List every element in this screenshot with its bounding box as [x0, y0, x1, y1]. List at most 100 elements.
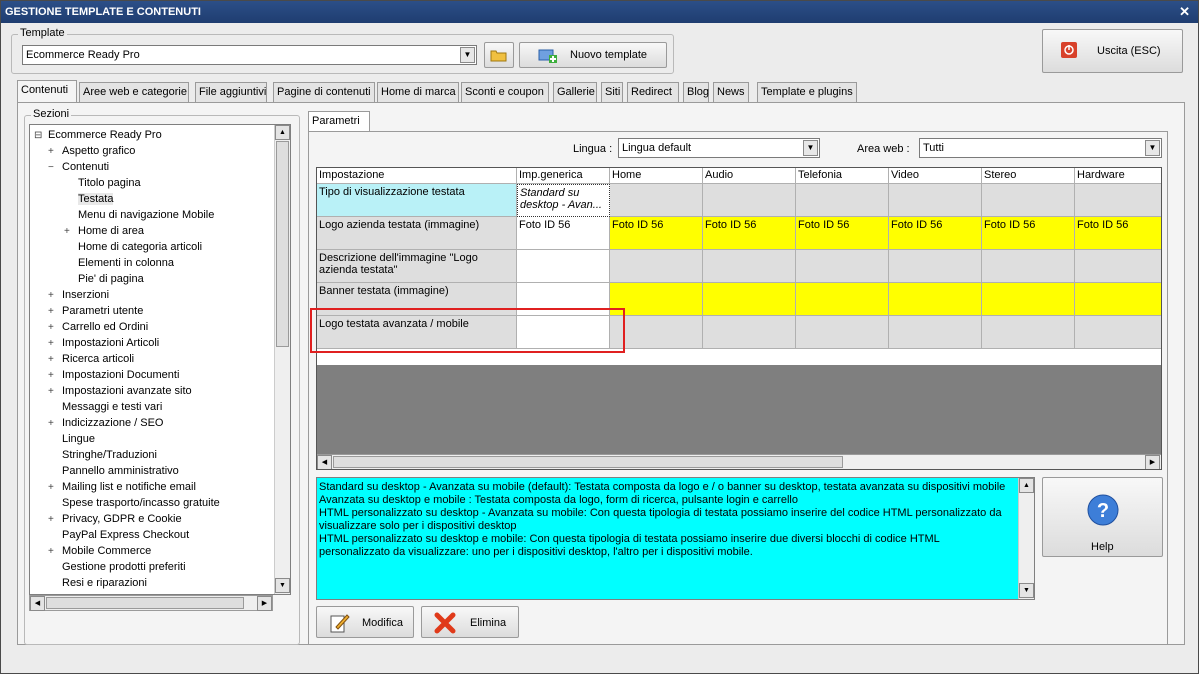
expand-toggle-icon[interactable]: +: [48, 320, 56, 336]
expand-toggle-icon[interactable]: ⊟: [34, 128, 42, 144]
grid-value-cell[interactable]: Foto ID 56: [610, 217, 703, 250]
tree-item[interactable]: + Impostazioni Documenti: [48, 367, 179, 383]
grid-generic-cell[interactable]: [517, 250, 610, 283]
tab-gallerie[interactable]: Gallerie: [553, 82, 597, 102]
grid-value-cell[interactable]: [1075, 283, 1161, 316]
lingua-select[interactable]: Lingua default ▼: [618, 138, 820, 158]
tree-item[interactable]: Titolo pagina: [64, 175, 141, 191]
expand-toggle-icon[interactable]: +: [48, 544, 56, 560]
expand-toggle-icon[interactable]: +: [48, 144, 56, 160]
tab-news[interactable]: News: [713, 82, 749, 102]
grid-value-cell[interactable]: [982, 316, 1075, 349]
tab-parametri[interactable]: Parametri: [308, 111, 370, 133]
tree-item[interactable]: + Impostazioni avanzate sito: [48, 383, 192, 399]
open-folder-button[interactable]: [484, 42, 514, 68]
grid-value-cell[interactable]: [889, 184, 982, 217]
tab-template-plugins[interactable]: Template e plugins: [757, 82, 857, 102]
tree-item[interactable]: + Parametri utente: [48, 303, 143, 319]
expand-toggle-icon[interactable]: +: [48, 336, 56, 352]
grid-value-cell[interactable]: Foto ID 56: [1075, 217, 1161, 250]
tree-item[interactable]: Home di categoria articoli: [64, 239, 202, 255]
grid-value-cell[interactable]: [796, 316, 889, 349]
tab-contenuti[interactable]: Contenuti: [17, 80, 77, 102]
chevron-down-icon[interactable]: ▼: [1145, 140, 1160, 156]
tab-home-marca[interactable]: Home di marca: [377, 82, 459, 102]
tree-item[interactable]: + Home di area: [64, 223, 144, 239]
grid-value-cell[interactable]: Foto ID 56: [982, 217, 1075, 250]
tab-aree-web[interactable]: Aree web e categorie: [79, 82, 189, 102]
tree-item[interactable]: + Impostazioni Articoli: [48, 335, 159, 351]
tree-item[interactable]: + Mobile Commerce: [48, 543, 151, 559]
template-select[interactable]: Ecommerce Ready Pro ▼: [22, 45, 477, 65]
tree-item[interactable]: + Carrello ed Ordini: [48, 319, 148, 335]
expand-toggle-icon[interactable]: +: [48, 512, 56, 528]
description-vscrollbar[interactable]: ▲ ▼: [1018, 478, 1034, 599]
grid-hscroll-thumb[interactable]: [333, 456, 843, 468]
expand-toggle-icon[interactable]: +: [48, 304, 56, 320]
tree-item[interactable]: ⊟ Ecommerce Ready Pro: [34, 127, 162, 143]
tree-item[interactable]: + Mailing list e notifiche email: [48, 479, 196, 495]
expand-toggle-icon[interactable]: +: [48, 368, 56, 384]
sections-tree[interactable]: ⊟ Ecommerce Ready Pro + Aspetto grafico − Con…: [29, 124, 291, 595]
grid-value-cell[interactable]: [889, 250, 982, 283]
chevron-down-icon[interactable]: ▼: [803, 140, 818, 156]
scroll-right-icon[interactable]: ▶: [257, 596, 272, 611]
grid-value-cell[interactable]: [796, 184, 889, 217]
expand-toggle-icon[interactable]: +: [48, 352, 56, 368]
grid-value-cell[interactable]: [610, 184, 703, 217]
tab-redirect[interactable]: Redirect: [627, 82, 679, 102]
tree-vscrollbar[interactable]: ▲ ▼: [274, 125, 290, 594]
delete-button[interactable]: Elimina: [421, 606, 519, 638]
scroll-down-icon[interactable]: ▼: [1019, 583, 1034, 598]
grid-column-header[interactable]: Impostazione: [317, 168, 517, 184]
grid-column-header[interactable]: Telefonia: [796, 168, 889, 184]
chevron-down-icon[interactable]: ▼: [460, 47, 475, 63]
tree-item[interactable]: Menu di navigazione Mobile: [64, 207, 214, 223]
grid-column-header[interactable]: Home: [610, 168, 703, 184]
tree-item[interactable]: Pie' di pagina: [64, 271, 144, 287]
scroll-right-icon[interactable]: ▶: [1145, 455, 1160, 469]
expand-toggle-icon[interactable]: +: [64, 224, 72, 240]
grid-value-cell[interactable]: [703, 184, 796, 217]
grid-column-header[interactable]: Imp.generica: [517, 168, 610, 184]
tree-scroll-thumb[interactable]: [276, 141, 289, 347]
grid-value-cell[interactable]: [796, 283, 889, 316]
grid-value-cell[interactable]: [1075, 184, 1161, 217]
tree-item[interactable]: − Contenuti: [48, 159, 109, 175]
tree-item[interactable]: Testata: [64, 191, 114, 207]
grid-value-cell[interactable]: Foto ID 56: [889, 217, 982, 250]
expand-toggle-icon[interactable]: +: [48, 416, 56, 432]
grid-hscrollbar[interactable]: ◀ ▶: [317, 454, 1161, 469]
grid-column-header[interactable]: Stereo: [982, 168, 1075, 184]
grid-column-header[interactable]: Hardware: [1075, 168, 1161, 184]
tree-item[interactable]: + Inserzioni: [48, 287, 109, 303]
tree-item[interactable]: + Indicizzazione / SEO: [48, 415, 164, 431]
expand-toggle-icon[interactable]: +: [48, 384, 56, 400]
grid-column-header[interactable]: Video: [889, 168, 982, 184]
scroll-left-icon[interactable]: ◀: [30, 596, 45, 611]
tree-item[interactable]: Gestione prodotti preferiti: [48, 559, 186, 575]
grid-value-cell[interactable]: [889, 316, 982, 349]
grid-row-label[interactable]: Descrizione dell'immagine "Logo azienda …: [317, 250, 517, 283]
grid-value-cell[interactable]: [703, 316, 796, 349]
tab-pagine-contenuti[interactable]: Pagine di contenuti: [273, 82, 375, 102]
modify-button[interactable]: Modifica: [316, 606, 414, 638]
scroll-up-icon[interactable]: ▲: [275, 125, 290, 140]
grid-row-label[interactable]: Logo azienda testata (immagine): [317, 217, 517, 250]
grid-value-cell[interactable]: Foto ID 56: [703, 217, 796, 250]
help-button[interactable]: ? Help: [1042, 477, 1163, 557]
expand-toggle-icon[interactable]: +: [48, 288, 56, 304]
grid-value-cell[interactable]: Foto ID 56: [796, 217, 889, 250]
tree-hscrollbar[interactable]: ◀ ▶: [29, 595, 273, 611]
tab-sconti-coupon[interactable]: Sconti e coupon: [461, 82, 549, 102]
scroll-up-icon[interactable]: ▲: [1019, 478, 1034, 493]
scroll-down-icon[interactable]: ▼: [275, 578, 290, 593]
new-template-button[interactable]: Nuovo template: [519, 42, 667, 68]
tab-blog[interactable]: Blog: [683, 82, 709, 102]
grid-value-cell[interactable]: [982, 250, 1075, 283]
exit-button[interactable]: Uscita (ESC): [1042, 29, 1183, 73]
tree-item[interactable]: Resi e riparazioni: [48, 575, 147, 591]
grid-value-cell[interactable]: [796, 250, 889, 283]
grid-value-cell[interactable]: [703, 250, 796, 283]
grid-generic-cell[interactable]: Foto ID 56: [517, 217, 610, 250]
